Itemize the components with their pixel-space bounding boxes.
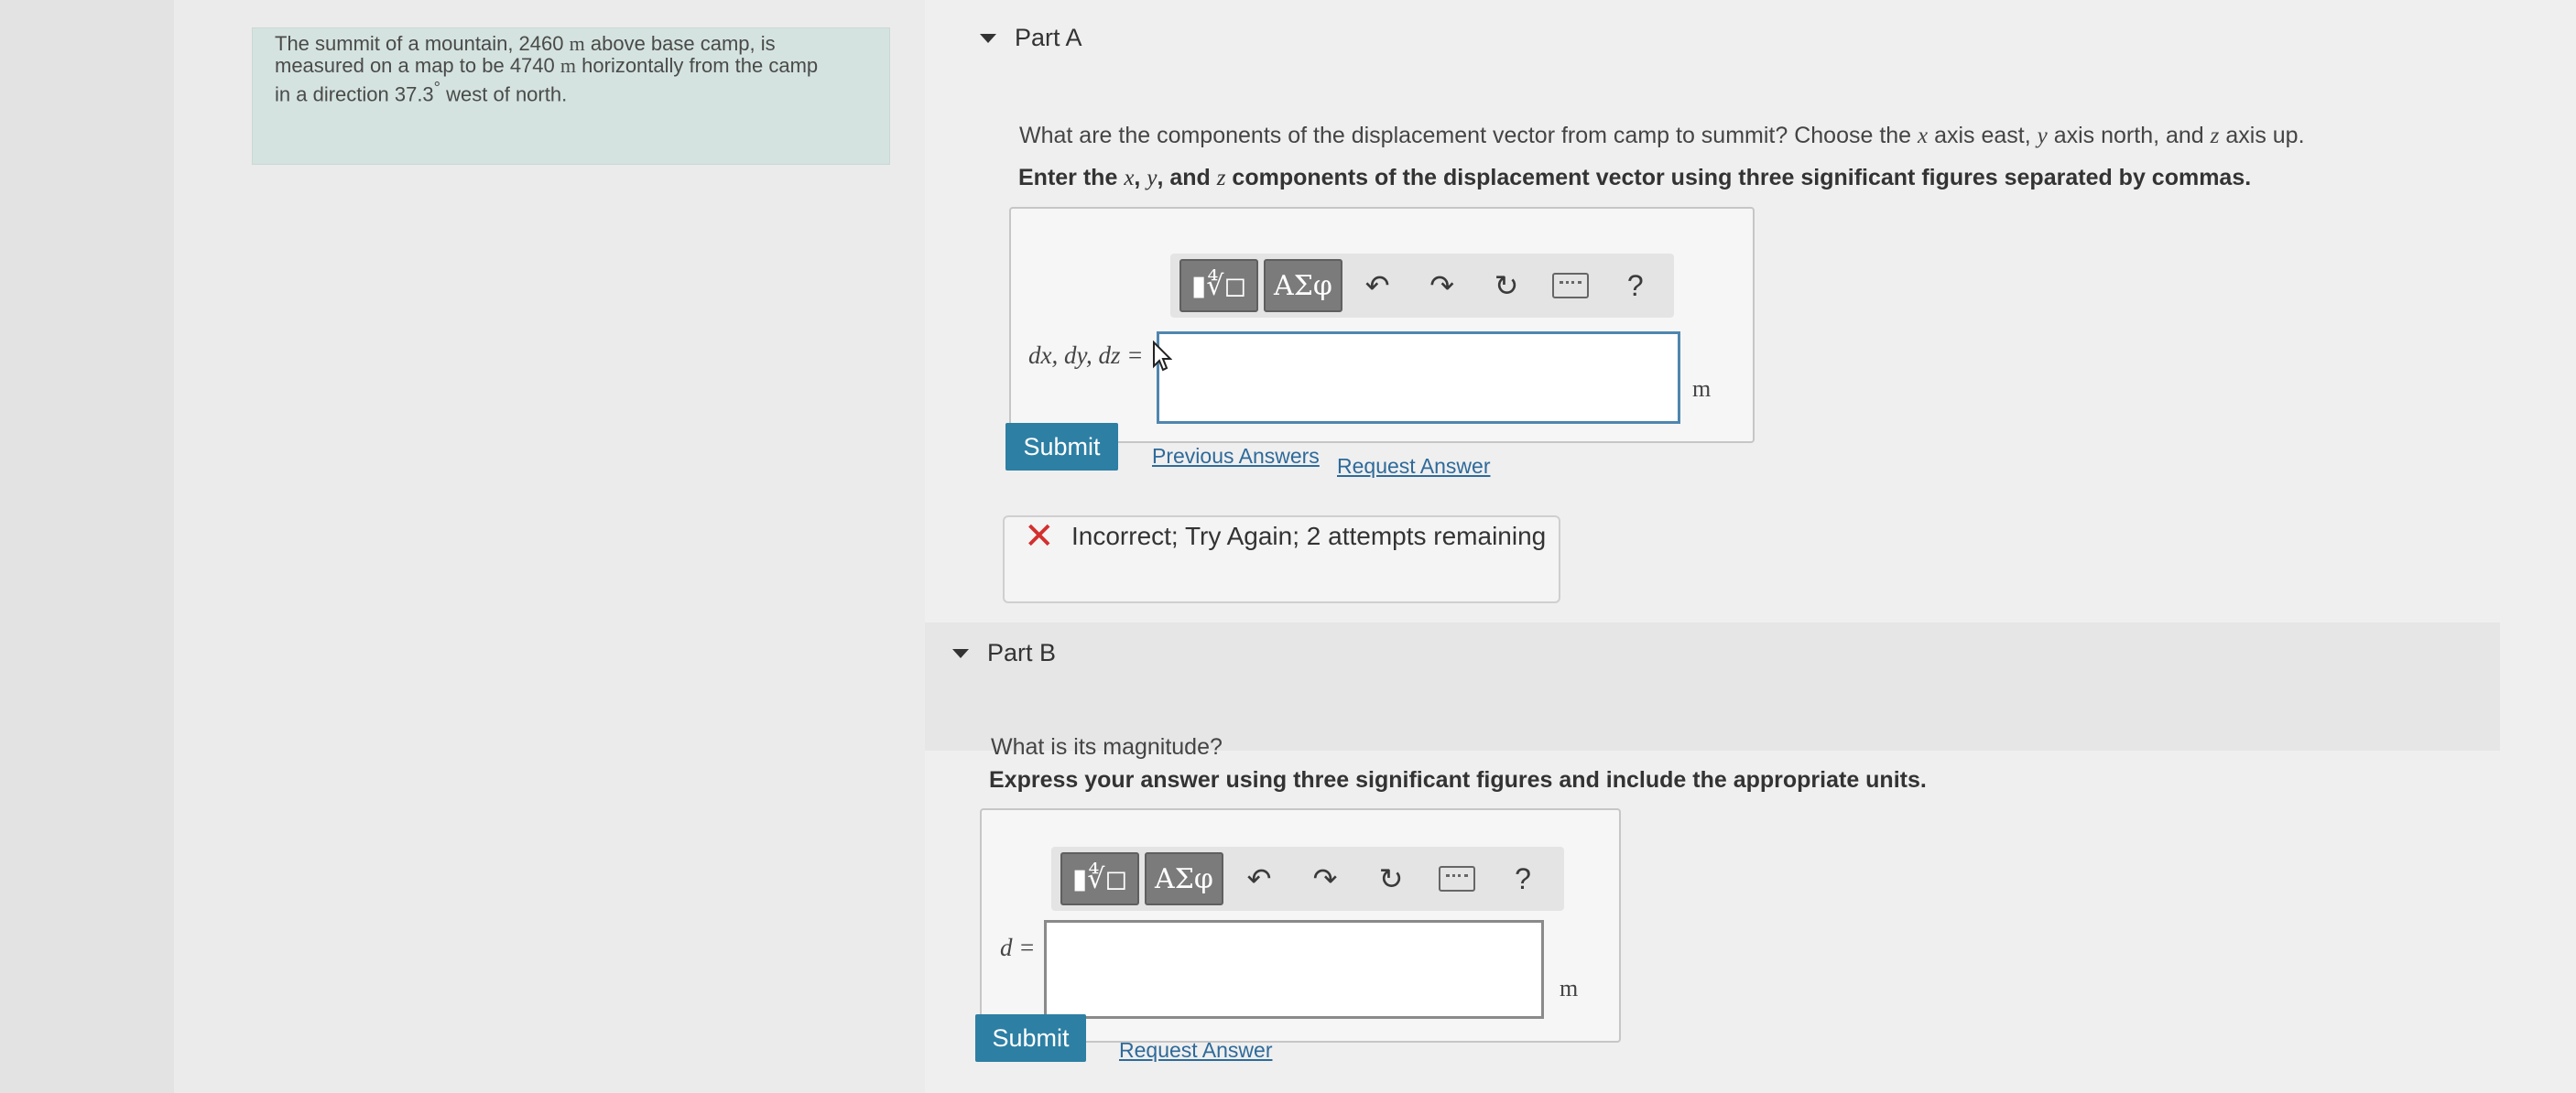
greek-symbols-button[interactable]: ΑΣφ [1145,852,1223,905]
mouse-pointer-icon [1153,341,1172,372]
templates-button[interactable]: ▮∜◻ [1060,852,1139,905]
part-b-toggle[interactable]: Part B [952,639,1056,667]
keyboard-icon[interactable] [1427,854,1487,904]
part-a-request-answer-link[interactable]: Request Answer [1337,454,1490,479]
part-b-question: What is its magnitude? [991,734,1223,760]
undo-icon[interactable]: ↶ [1229,854,1289,904]
part-b-submit-button[interactable]: Submit [975,1014,1086,1062]
keyboard-icon[interactable] [1541,261,1600,310]
redo-icon[interactable]: ↷ [1295,854,1355,904]
previous-answers-link[interactable]: Previous Answers [1152,444,1320,469]
part-a-instructions: Enter the x, y, and z components of the … [1018,165,2252,190]
part-b-request-answer-link[interactable]: Request Answer [1119,1038,1272,1063]
part-b-math-toolbar: ▮∜◻ ΑΣφ ↶ ↷ ↻ ? [1051,847,1564,911]
part-a-math-toolbar: ▮∜◻ ΑΣφ ↶ ↷ ↻ ? [1170,254,1674,318]
part-b-variable-label: d = [1000,934,1036,961]
incorrect-x-icon: ✕ [1024,516,1055,557]
part-b-answer-input[interactable] [1044,920,1544,1019]
part-a-answer-input[interactable] [1157,331,1680,424]
caret-down-icon [952,648,969,658]
part-a-toggle[interactable]: Part A [980,24,1082,52]
part-b-title: Part B [987,639,1057,666]
templates-button[interactable]: ▮∜◻ [1179,259,1258,312]
reset-icon[interactable]: ↻ [1361,854,1421,904]
reset-icon[interactable]: ↻ [1477,261,1536,310]
caret-down-icon [980,33,996,43]
part-a-title: Part A [1015,24,1082,51]
part-b-instructions: Express your answer using three signific… [989,767,1927,793]
part-b-band [925,622,2500,751]
greek-symbols-button[interactable]: ΑΣφ [1264,259,1342,312]
help-button[interactable]: ? [1606,261,1665,310]
part-a-submit-button[interactable]: Submit [1005,423,1118,471]
part-a-unit: m [1692,375,1712,402]
feedback-message: Incorrect; Try Again; 2 attempts remaini… [1071,522,1547,550]
part-a-question: What are the components of the displacem… [1019,123,2305,148]
help-button[interactable]: ? [1493,854,1553,904]
part-a-variable-label: dx, dy, dz = [1028,341,1144,369]
redo-icon[interactable]: ↷ [1412,261,1471,310]
problem-statement: The summit of a mountain, 2460 m above b… [275,32,819,106]
part-b-unit: m [1560,975,1579,1001]
left-margin [0,0,174,1093]
undo-icon[interactable]: ↶ [1348,261,1407,310]
